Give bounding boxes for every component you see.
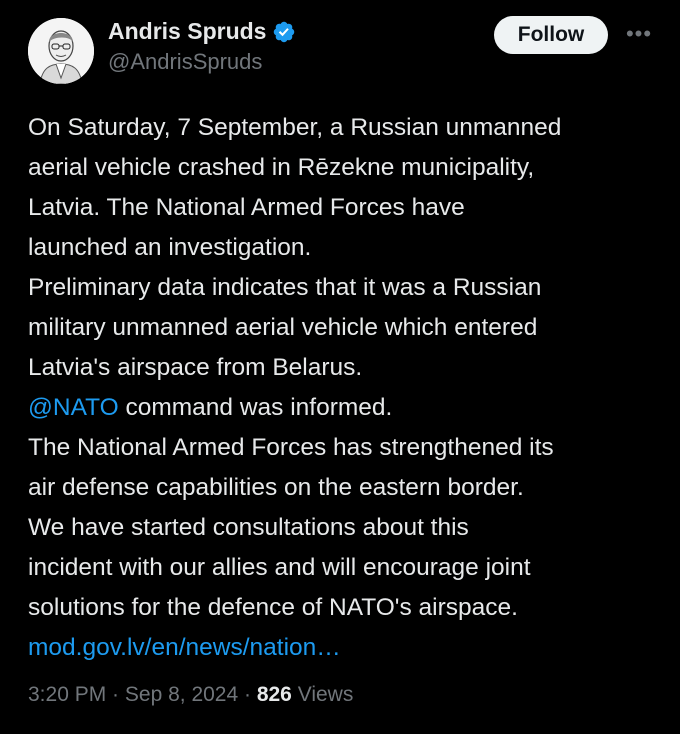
tweet-line: The National Armed Forces has strengthen… xyxy=(28,434,554,461)
views-label: Views xyxy=(291,683,354,706)
person-portrait-avatar-icon xyxy=(28,18,94,84)
tweet-text: On Saturday, 7 September, a Russian unma… xyxy=(28,108,660,668)
post-date[interactable]: Sep 8, 2024 xyxy=(125,683,238,706)
tweet-line: Preliminary data indicates that it was a… xyxy=(28,274,542,301)
tweet-line: mod.gov.lv/en/news/nation… xyxy=(28,628,660,668)
tweet-line: launched an investigation. xyxy=(28,234,312,261)
handle[interactable]: @AndrisSpruds xyxy=(108,49,296,75)
tweet-line-text: command was informed. xyxy=(118,394,393,421)
tweet-line: aerial vehicle crashed in Rēzekne munici… xyxy=(28,154,535,181)
tweet-line: Latvia. The National Armed Forces have xyxy=(28,194,465,221)
views-count[interactable]: 826 xyxy=(257,683,292,706)
tweet-line: On Saturday, 7 September, a Russian unma… xyxy=(28,114,562,141)
avatar[interactable] xyxy=(28,18,94,84)
more-horizontal-icon[interactable]: ••• xyxy=(624,22,654,46)
meta-separator: · xyxy=(106,683,125,706)
tweet-line: solutions for the defence of NATO's airs… xyxy=(28,594,518,621)
tweet-line: We have started consultations about this xyxy=(28,514,469,541)
meta-separator: · xyxy=(238,683,257,706)
tweet-line: military unmanned aerial vehicle which e… xyxy=(28,314,538,341)
tweet-header: Andris Spruds @AndrisSpruds Follow ••• xyxy=(28,14,660,86)
external-link[interactable]: mod.gov.lv/en/news/nation… xyxy=(28,634,341,661)
author-info: Andris Spruds @AndrisSpruds xyxy=(108,18,296,75)
verified-badge-icon xyxy=(272,20,296,44)
tweet-meta: 3:20 PM · Sep 8, 2024 · 826 Views xyxy=(28,683,353,707)
nato-mention-link[interactable]: @NATO xyxy=(28,394,119,421)
tweet-line: @NATO command was informed. xyxy=(28,388,660,428)
tweet-line: Latvia's airspace from Belarus. xyxy=(28,354,363,381)
tweet-line: incident with our allies and will encour… xyxy=(28,554,531,581)
display-name[interactable]: Andris Spruds xyxy=(108,18,266,45)
post-time[interactable]: 3:20 PM xyxy=(28,683,106,706)
follow-button[interactable]: Follow xyxy=(494,16,608,54)
tweet-line: air defense capabilities on the eastern … xyxy=(28,474,524,501)
